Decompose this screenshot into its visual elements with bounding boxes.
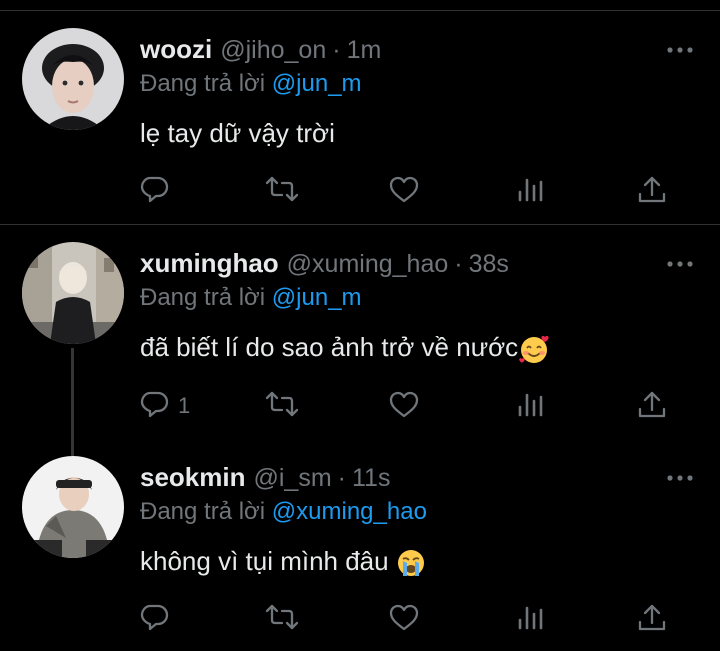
share-icon	[638, 604, 666, 631]
retweet-icon	[265, 391, 299, 417]
timestamp[interactable]: 1m	[347, 36, 382, 65]
like-button[interactable]	[388, 174, 422, 208]
replying-prefix: Đang trả lời	[140, 498, 266, 525]
replying-prefix: Đang trả lời	[140, 284, 266, 311]
mention-link[interactable]: @jun_m	[272, 284, 362, 311]
reply-button[interactable]	[140, 602, 174, 636]
separator: ·	[454, 250, 463, 278]
more-options-button[interactable]	[666, 256, 694, 267]
tweet-text: lẹ tay dữ vậy trời	[140, 118, 335, 149]
display-name[interactable]: woozi	[140, 34, 212, 65]
like-icon	[389, 391, 419, 418]
reply-count: 1	[178, 393, 191, 418]
share-icon	[638, 176, 666, 203]
display-name[interactable]: seokmin	[140, 462, 246, 493]
views-button[interactable]	[516, 174, 546, 208]
more-options-button[interactable]	[666, 470, 694, 481]
retweet-button[interactable]	[264, 389, 300, 423]
reply-button[interactable]: 1	[140, 389, 190, 423]
tweet-text: không vì tụi mình đâu	[140, 546, 426, 578]
replying-to: Đang trả lời @jun_m	[140, 284, 362, 312]
replying-to: Đang trả lời @xuming_hao	[140, 498, 427, 526]
action-bar	[140, 602, 680, 636]
avatar-photo	[22, 28, 124, 130]
more-icon	[667, 47, 693, 53]
reply-thread: woozi @jiho_on · 1m Đang trả lời @jun_m …	[0, 0, 720, 651]
tweet-woozi[interactable]: woozi @jiho_on · 1m Đang trả lời @jun_m …	[0, 0, 720, 222]
more-options-button[interactable]	[666, 42, 694, 53]
reply-icon	[140, 604, 169, 631]
reply-icon	[140, 391, 169, 418]
replying-to: Đang trả lời @jun_m	[140, 70, 362, 98]
views-button[interactable]	[516, 602, 546, 636]
replying-prefix: Đang trả lời	[140, 70, 266, 97]
avatar[interactable]	[22, 456, 124, 558]
mention-link[interactable]: @jun_m	[272, 70, 362, 97]
share-button[interactable]	[636, 602, 668, 636]
like-icon	[389, 176, 419, 203]
action-bar: 1	[140, 389, 680, 423]
handle[interactable]: @i_sm	[254, 464, 332, 493]
avatar-photo	[22, 456, 124, 558]
timestamp[interactable]: 38s	[469, 250, 509, 279]
loudly-crying-face-icon	[397, 550, 424, 577]
more-icon	[667, 261, 693, 267]
tweet-xuminghao[interactable]: xuminghao @xuming_hao · 38s Đang trả lời…	[0, 226, 720, 446]
avatar-photo	[22, 242, 124, 344]
separator: ·	[337, 464, 346, 492]
tweet-text: đã biết lí do sao ảnh trở về nước	[140, 332, 550, 365]
tweet-text-content: đã biết lí do sao ảnh trở về nước	[140, 332, 519, 362]
separator: ·	[332, 36, 341, 64]
handle[interactable]: @jiho_on	[220, 36, 326, 65]
action-bar	[140, 174, 680, 208]
retweet-icon	[265, 176, 299, 202]
reply-button[interactable]	[140, 174, 174, 208]
like-icon	[389, 604, 419, 631]
views-icon	[518, 606, 543, 630]
views-icon	[518, 393, 543, 417]
mention-link[interactable]: @xuming_hao	[272, 498, 427, 525]
tweet-seokmin[interactable]: seokmin @i_sm · 11s Đang trả lời @xuming…	[0, 440, 720, 651]
divider	[0, 224, 720, 225]
display-name[interactable]: xuminghao	[140, 248, 279, 279]
timestamp[interactable]: 11s	[352, 464, 390, 493]
retweet-button[interactable]	[264, 174, 300, 208]
handle[interactable]: @xuming_hao	[287, 250, 449, 279]
views-button[interactable]	[516, 389, 546, 423]
more-icon	[667, 475, 693, 481]
like-button[interactable]	[388, 602, 422, 636]
avatar[interactable]	[22, 242, 124, 344]
views-icon	[518, 178, 543, 202]
tweet-text-content: lẹ tay dữ vậy trời	[140, 118, 335, 148]
tweet-text-content: không vì tụi mình đâu	[140, 546, 389, 576]
share-icon	[638, 391, 666, 418]
share-button[interactable]	[636, 389, 668, 423]
smiling-face-with-hearts-icon	[519, 336, 549, 364]
share-button[interactable]	[636, 174, 668, 208]
retweet-icon	[265, 604, 299, 630]
avatar[interactable]	[22, 28, 124, 130]
reply-icon	[140, 176, 169, 203]
like-button[interactable]	[388, 389, 422, 423]
retweet-button[interactable]	[264, 602, 300, 636]
